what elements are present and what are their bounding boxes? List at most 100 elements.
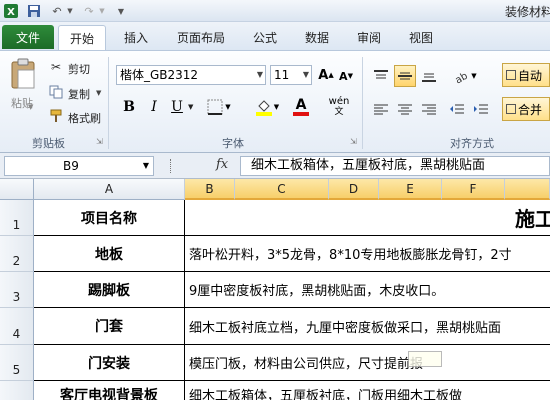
copy-button[interactable]: 复制	[68, 86, 90, 102]
tab-review[interactable]: 审阅	[346, 25, 392, 50]
font-name-select[interactable]: 楷体_GB2312 ▼	[116, 65, 266, 85]
table-cell[interactable]: 模压门板，材料由公司供应，尺寸提前报	[185, 345, 550, 381]
align-top-icon[interactable]	[370, 65, 392, 87]
cell-tooltip	[408, 351, 442, 367]
row-header[interactable]: 3	[0, 272, 34, 308]
column-header-b[interactable]: B	[185, 179, 235, 200]
table-cell[interactable]: 细木工板箱体，五厘板衬底，门板用细木工板做	[185, 381, 550, 400]
window-title: 装修材料	[505, 5, 550, 19]
cut-button[interactable]: 剪切	[68, 61, 90, 77]
table-cell[interactable]: 项目名称	[34, 200, 185, 236]
row-header[interactable]: 6	[0, 381, 34, 400]
row-header[interactable]: 1	[0, 200, 34, 236]
column-header-f[interactable]: F	[442, 179, 505, 200]
redo-dropdown-icon[interactable]: ▼	[98, 3, 106, 19]
undo-icon[interactable]: ↶	[48, 3, 66, 19]
tab-page-layout[interactable]: 页面布局	[166, 25, 236, 50]
shrink-font-icon[interactable]: A ▼	[338, 67, 354, 85]
borders-icon[interactable]: ▼	[204, 97, 234, 117]
save-icon[interactable]	[26, 3, 42, 19]
cut-icon[interactable]: ✂	[48, 59, 64, 75]
column-header-c[interactable]: C	[235, 179, 329, 200]
paste-icon[interactable]	[6, 57, 40, 91]
splitter-handle[interactable]	[170, 159, 172, 173]
merge-label: 合并	[518, 102, 543, 117]
redo-icon[interactable]: ↷	[80, 3, 98, 19]
column-header-g[interactable]	[505, 179, 550, 200]
ribbon-separator	[362, 57, 363, 149]
alignment-group-label: 对齐方式	[450, 137, 494, 150]
align-middle-icon[interactable]	[394, 65, 416, 87]
tab-home[interactable]: 开始	[58, 25, 106, 50]
align-left-icon[interactable]	[370, 99, 392, 121]
font-size-select[interactable]: 11 ▼	[270, 65, 312, 85]
decrease-indent-icon[interactable]	[446, 99, 468, 121]
clipboard-group-label: 剪贴板	[32, 137, 65, 150]
phonetic-guide-icon[interactable]: wén 文	[326, 95, 352, 119]
undo-dropdown-icon[interactable]: ▼	[66, 3, 74, 19]
tab-data[interactable]: 数据	[294, 25, 340, 50]
table-cell[interactable]: 地板	[34, 236, 185, 272]
italic-button[interactable]: I	[145, 97, 163, 117]
merge-center-button[interactable]: 合并	[502, 97, 550, 121]
font-color-icon[interactable]: A	[286, 97, 316, 117]
align-right-icon[interactable]	[418, 99, 440, 121]
column-header-e[interactable]: E	[379, 179, 442, 200]
grow-font-glyph: A	[318, 67, 329, 83]
copy-icon[interactable]	[48, 84, 64, 100]
orientation-icon[interactable]: ab ▼	[450, 65, 480, 87]
row-header[interactable]: 2	[0, 236, 34, 272]
name-box-value: B9	[63, 159, 79, 173]
tab-file[interactable]: 文件	[2, 25, 54, 49]
svg-text:ab: ab	[454, 71, 470, 84]
underline-dropdown-icon[interactable]: ▼	[188, 103, 193, 111]
table-cell[interactable]: 9厘中密度板衬底，黑胡桃贴面，木皮收口。	[185, 272, 550, 308]
align-bottom-icon[interactable]	[418, 65, 440, 87]
paste-dropdown-icon[interactable]: ▼	[28, 103, 33, 111]
row-header[interactable]: 5	[0, 345, 34, 381]
shrink-font-glyph: A	[339, 69, 348, 83]
tab-insert[interactable]: 插入	[112, 25, 160, 50]
font-launcher-icon[interactable]: ⇲	[350, 137, 357, 146]
insert-function-icon[interactable]: fx	[216, 157, 228, 172]
table-cell[interactable]: 施工	[185, 200, 550, 236]
wrap-text-button[interactable]: 自动	[502, 63, 550, 87]
fill-color-icon[interactable]: ▼	[252, 97, 282, 117]
table-cell[interactable]: 落叶松开料，3*5龙骨，8*10专用地板膨胀龙骨钉，2寸	[185, 236, 550, 272]
svg-text:X: X	[7, 7, 15, 18]
clipboard-launcher-icon[interactable]: ⇲	[96, 137, 103, 146]
font-group-label: 字体	[222, 137, 244, 150]
table-cell[interactable]: 客厅电视背景板	[34, 381, 185, 400]
table-cell[interactable]: 门套	[34, 308, 185, 345]
select-all-corner[interactable]	[0, 179, 34, 200]
customize-arrow-icon[interactable]: ▼	[116, 3, 126, 19]
formula-input[interactable]: 细木工板箱体，五厘板衬底，黑胡桃贴面	[240, 156, 550, 176]
phonetic-glyph: wén	[328, 96, 350, 107]
name-box[interactable]: B9 ▼	[4, 156, 154, 176]
excel-logo-icon[interactable]: X	[3, 3, 19, 19]
grow-font-icon[interactable]: A ▲	[318, 65, 334, 85]
table-cell[interactable]: 门安装	[34, 345, 185, 381]
bold-button[interactable]: B	[120, 97, 138, 117]
column-header-a[interactable]: A	[34, 179, 185, 200]
tab-formulas[interactable]: 公式	[242, 25, 288, 50]
chevron-down-icon: ▼	[256, 70, 263, 79]
format-painter-icon[interactable]	[48, 108, 64, 124]
font-color-swatch	[293, 112, 309, 116]
tab-view[interactable]: 视图	[398, 25, 444, 50]
underline-button[interactable]: U	[168, 97, 186, 117]
copy-dropdown-icon[interactable]: ▼	[96, 89, 101, 97]
wrap-text-icon	[506, 70, 516, 80]
increase-indent-icon[interactable]	[470, 99, 492, 121]
column-header-d[interactable]: D	[329, 179, 379, 200]
header-title-fragment: 施工	[515, 207, 550, 231]
title-bar: X ↶ ▼ ↷ ▼ ▼ 装修材料	[0, 0, 550, 22]
font-color-glyph: A	[295, 97, 307, 113]
align-center-icon[interactable]	[394, 99, 416, 121]
format-painter-button[interactable]: 格式刷	[68, 110, 101, 126]
table-cell[interactable]: 踢脚板	[34, 272, 185, 308]
table-cell[interactable]: 细木工板衬底立档，九厘中密度板做采口，黑胡桃贴面	[185, 308, 550, 345]
merge-icon	[506, 104, 516, 114]
wrap-text-label: 自动	[518, 68, 543, 83]
row-header[interactable]: 4	[0, 308, 34, 345]
